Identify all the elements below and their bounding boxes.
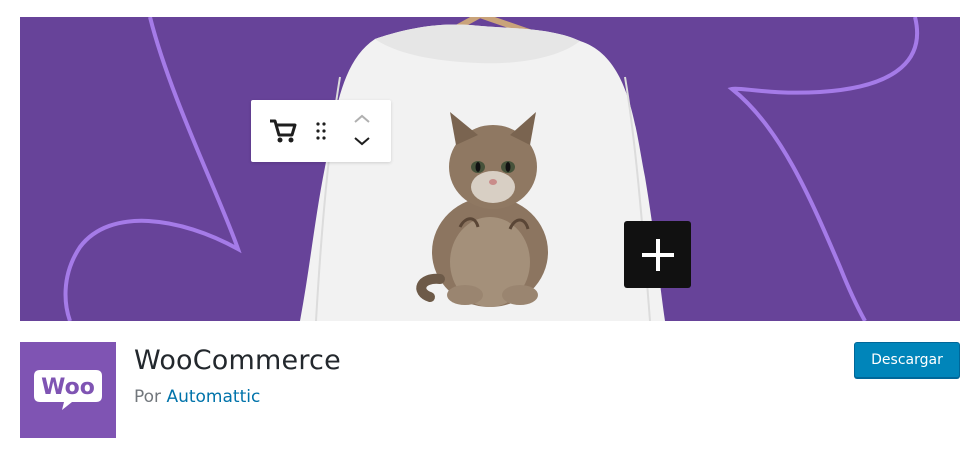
- plus-icon: [641, 238, 674, 271]
- plugin-icon: Woo: [20, 342, 116, 438]
- plugin-banner: [20, 17, 960, 321]
- drag-handle-icon[interactable]: [309, 100, 333, 162]
- plugin-title: WooCommerce: [134, 345, 341, 376]
- chevron-down-icon[interactable]: [347, 130, 377, 152]
- download-button[interactable]: Descargar: [854, 342, 960, 378]
- chevron-up-icon[interactable]: [347, 108, 377, 130]
- author-link[interactable]: Automattic: [166, 387, 260, 407]
- banner-artwork: [63, 17, 920, 321]
- add-block-button[interactable]: [624, 221, 691, 288]
- plugin-author: Por Automattic: [134, 387, 260, 407]
- woo-logo-icon: Woo: [34, 370, 102, 410]
- block-toolbar: [251, 100, 391, 162]
- author-prefix: Por: [134, 387, 162, 407]
- cart-icon[interactable]: [261, 100, 305, 162]
- plugin-page: Woo WooCommerce Por Automattic Descargar: [0, 0, 976, 459]
- svg-text:Woo: Woo: [41, 375, 95, 400]
